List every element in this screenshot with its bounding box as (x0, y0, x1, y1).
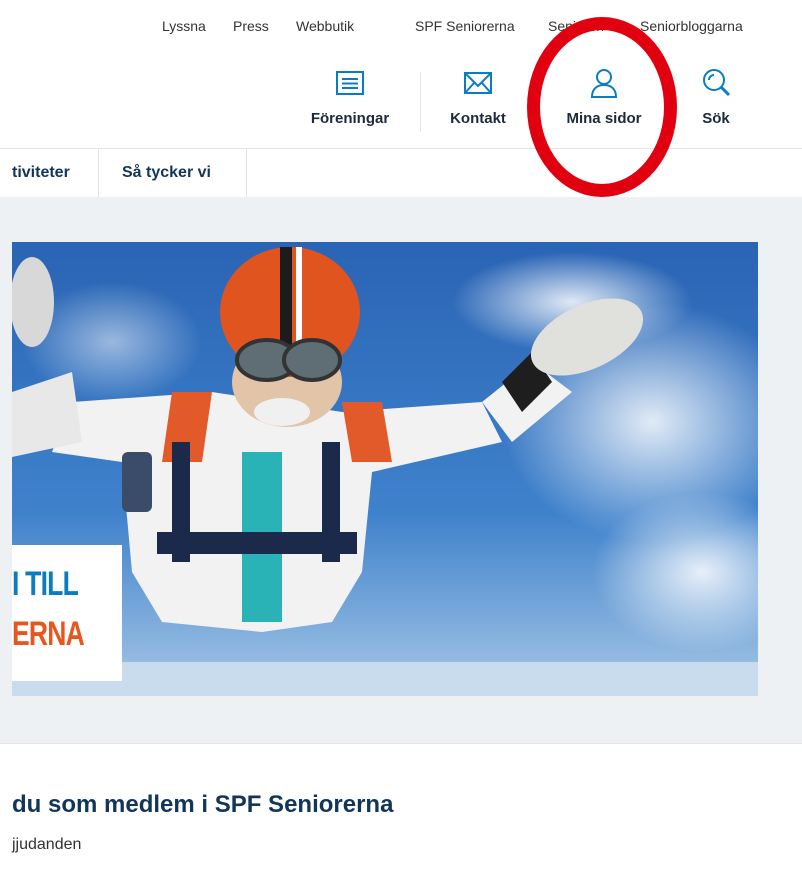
nav-kontakt[interactable]: Kontakt (440, 60, 516, 140)
nav-sok[interactable]: Sök (686, 60, 746, 140)
nav-foreningar-label: Föreningar (310, 110, 390, 127)
main-nav-aktiviteter[interactable]: tiviteter (12, 149, 70, 197)
link-seniorbloggarna[interactable]: Seniorbloggarna (640, 18, 743, 34)
nav-kontakt-label: Kontakt (450, 110, 506, 127)
icon-nav: Föreningar Kontakt Mina sidor Sök (0, 60, 802, 140)
link-press[interactable]: Press (233, 18, 269, 34)
nav-foreningar[interactable]: Föreningar (304, 60, 396, 140)
hero-banner[interactable]: I TILL ERNA (12, 242, 758, 696)
content-section: du som medlem i SPF Seniorerna jjudanden (0, 745, 802, 891)
utility-links: Lyssna Press Webbutik SPF Seniorerna Sen… (0, 0, 802, 40)
search-icon (703, 69, 731, 97)
hero-image (12, 242, 758, 696)
nav-separator (670, 72, 671, 132)
main-nav-sa-tycker-vi[interactable]: Så tycker vi (122, 149, 211, 197)
nav-mina-sidor-label: Mina sidor (566, 110, 642, 127)
nav-separator (537, 72, 538, 132)
user-icon (590, 69, 618, 98)
nav-mina-sidor[interactable]: Mina sidor (554, 60, 654, 140)
envelope-icon (464, 72, 492, 94)
list-icon (336, 71, 364, 95)
main-nav: tiviteter Så tycker vi (0, 148, 802, 198)
link-lyssna[interactable]: Lyssna (162, 18, 206, 34)
link-webbutik[interactable]: Webbutik (296, 18, 354, 34)
nav-separator (420, 72, 421, 132)
hero-text-box: I TILL ERNA (12, 545, 122, 681)
main-nav-divider (98, 149, 99, 197)
content-subtext: jjudanden (12, 836, 82, 853)
link-senioren[interactable]: Senioren (548, 18, 604, 34)
main-nav-divider (246, 149, 247, 197)
hero-title-line-1: I TILL (12, 565, 79, 603)
link-spf-seniorerna[interactable]: SPF Seniorerna (415, 18, 515, 34)
hero-title-line-2: ERNA (12, 615, 85, 653)
nav-sok-label: Sök (702, 110, 730, 127)
content-heading: du som medlem i SPF Seniorerna (12, 791, 394, 818)
